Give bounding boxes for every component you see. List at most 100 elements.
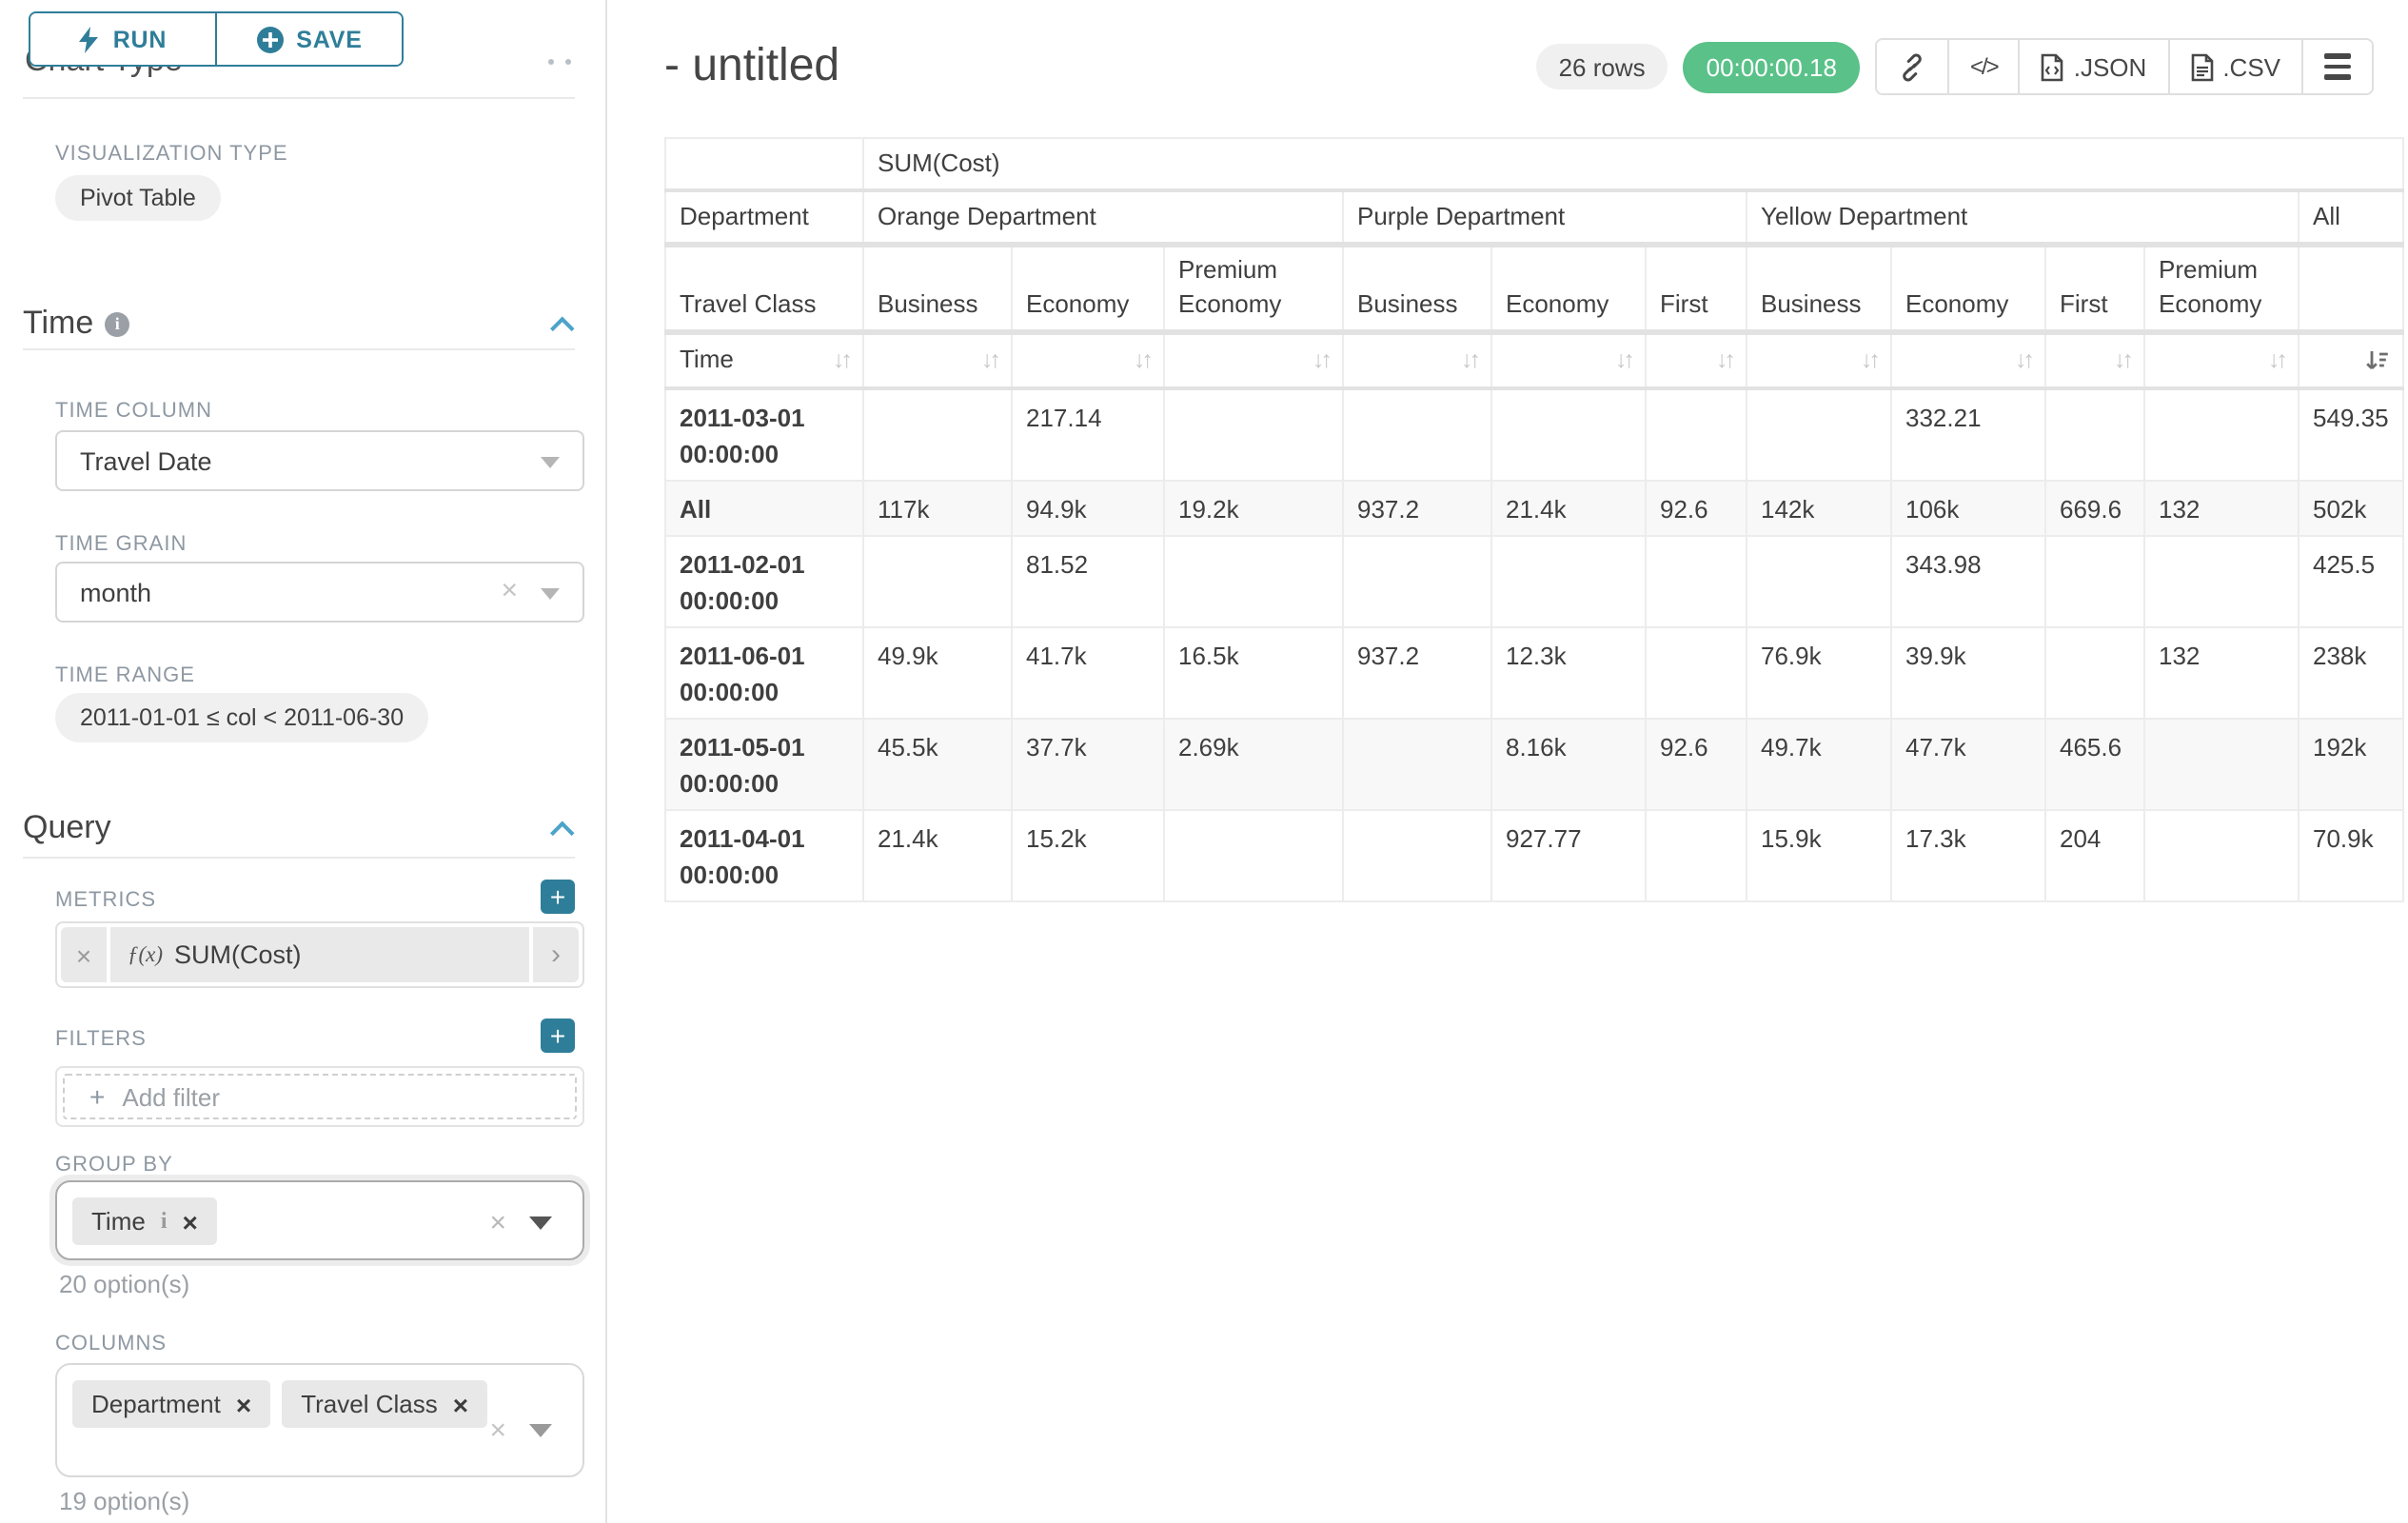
value-cell xyxy=(1491,535,1646,626)
value-cell: 49.7k xyxy=(1747,718,1891,809)
sort-icon[interactable]: ↓↑ xyxy=(2268,343,2284,380)
add-filter-plus-button[interactable]: + xyxy=(541,1019,575,1053)
sort-icon[interactable]: ↓↑ xyxy=(981,343,997,380)
chevron-up-icon[interactable] xyxy=(550,821,574,844)
value-cell: 332.21 xyxy=(1891,387,2045,480)
add-filter-button[interactable]: + Add filter xyxy=(63,1074,577,1119)
metric-header-cell: SUM(Cost) xyxy=(863,138,2403,190)
remove-chip-icon[interactable]: × xyxy=(453,1389,468,1419)
value-cell: 92.6 xyxy=(1646,718,1747,809)
value-cell xyxy=(1164,535,1343,626)
remove-chip-icon[interactable]: × xyxy=(236,1389,251,1419)
export-csv-button[interactable]: .CSV xyxy=(2167,40,2301,93)
export-json-label: .JSON xyxy=(2074,52,2147,81)
sort-header-cell: ↓↑ xyxy=(2144,333,2299,387)
value-cell: 132 xyxy=(2144,480,2299,535)
remove-chip-icon[interactable]: × xyxy=(183,1206,198,1236)
value-cell xyxy=(1343,387,1491,480)
value-cell: 92.6 xyxy=(1646,480,1747,535)
value-cell xyxy=(1747,535,1891,626)
function-icon: ƒ(x) xyxy=(128,943,163,966)
columns-chip[interactable]: Department× xyxy=(72,1380,270,1428)
value-cell xyxy=(2144,535,2299,626)
metric-chip[interactable]: × ƒ(x) SUM(Cost) › xyxy=(61,927,579,982)
sort-header-cell: ↓↑ xyxy=(1646,333,1747,387)
clear-icon[interactable]: × xyxy=(489,1207,506,1239)
value-cell: 117k xyxy=(863,480,1012,535)
info-icon[interactable]: i xyxy=(161,1207,168,1236)
expand-metric-icon[interactable]: › xyxy=(529,927,579,982)
sort-icon[interactable]: ↓↑ xyxy=(1134,343,1150,380)
travel-class-header: Premium Economy xyxy=(1164,246,1343,333)
travel-class-header xyxy=(2299,246,2403,333)
value-cell: 39.9k xyxy=(1891,626,2045,718)
run-button[interactable]: RUN xyxy=(30,13,215,65)
export-json-button[interactable]: .JSON xyxy=(2019,40,2168,93)
columns-chip[interactable]: Travel Class× xyxy=(282,1380,487,1428)
sort-icon[interactable]: ↓↑ xyxy=(1615,343,1631,380)
add-metric-button[interactable]: + xyxy=(541,880,575,914)
sort-icon[interactable]: ↓↑ xyxy=(1313,343,1329,380)
sort-icon[interactable]: ↓↑ xyxy=(1861,343,1877,380)
value-cell: 70.9k xyxy=(2299,809,2403,900)
department-group-header: Purple Department xyxy=(1343,190,1747,245)
value-cell: 21.4k xyxy=(863,809,1012,900)
info-icon[interactable]: i xyxy=(105,311,129,336)
menu-button[interactable] xyxy=(2301,40,2372,93)
clear-icon[interactable]: × xyxy=(501,575,518,607)
value-cell: 17.3k xyxy=(1891,809,2045,900)
value-cell: 549.35 xyxy=(2299,387,2403,480)
travel-class-header: Business xyxy=(1747,246,1891,333)
department-axis-cell: Department xyxy=(665,190,863,245)
sort-header-cell: ↓↑ xyxy=(863,333,1012,387)
json-file-icon xyxy=(2042,52,2064,81)
time-column-select[interactable]: Travel Date xyxy=(55,430,584,491)
sort-icon[interactable]: ↓↑ xyxy=(2015,343,2031,380)
time-axis-cell: Time↓↑ xyxy=(665,333,863,387)
row-header-cell: 2011-02-01 00:00:00 xyxy=(665,535,863,626)
sort-icon[interactable]: ↓↑ xyxy=(1461,343,1477,380)
time-range-pill[interactable]: 2011-01-01 ≤ col < 2011-06-30 xyxy=(55,693,428,742)
value-cell: 47.7k xyxy=(1891,718,2045,809)
value-cell: 45.5k xyxy=(863,718,1012,809)
columns-select[interactable]: Department×Travel Class× × xyxy=(55,1363,584,1477)
time-column-label: TIME COLUMN xyxy=(55,400,212,423)
row-header-cell: 2011-05-01 00:00:00 xyxy=(665,718,863,809)
table-row: All117k94.9k19.2k937.221.4k92.6142k106k6… xyxy=(665,480,2403,535)
travel-class-header: Economy xyxy=(1891,246,2045,333)
clear-icon[interactable]: × xyxy=(489,1414,506,1447)
sort-icon[interactable]: ↓↑ xyxy=(1716,343,1732,380)
run-button-label: RUN xyxy=(113,26,168,52)
value-cell: 425.5 xyxy=(2299,535,2403,626)
time-section-title: Time xyxy=(23,305,93,343)
time-grain-select[interactable]: month × xyxy=(55,562,584,623)
plus-icon: + xyxy=(89,1081,105,1112)
chart-title[interactable]: - untitled xyxy=(664,40,839,93)
value-cell xyxy=(1343,718,1491,809)
chevron-up-icon[interactable] xyxy=(550,316,574,340)
visualization-type-pill[interactable]: Pivot Table xyxy=(55,175,221,221)
sort-icon[interactable]: ↓↑ xyxy=(833,343,849,380)
value-cell: 106k xyxy=(1891,480,2045,535)
value-cell xyxy=(1646,535,1747,626)
value-cell xyxy=(2045,387,2144,480)
travel-class-header: First xyxy=(1646,246,1747,333)
divider xyxy=(23,857,575,859)
value-cell xyxy=(863,387,1012,480)
value-cell: 217.14 xyxy=(1012,387,1164,480)
value-cell: 669.6 xyxy=(2045,480,2144,535)
view-query-button[interactable]: </> xyxy=(1947,40,2019,93)
group-by-select[interactable]: Timei× × xyxy=(55,1180,584,1260)
sort-descending-icon[interactable] xyxy=(2364,348,2389,373)
time-section-header: Time i xyxy=(23,305,575,343)
metrics-control: × ƒ(x) SUM(Cost) › xyxy=(55,921,584,988)
table-row: 2011-03-01 00:00:00217.14332.21549.35 xyxy=(665,387,2403,480)
row-header-cell: 2011-04-01 00:00:00 xyxy=(665,809,863,900)
sort-icon[interactable]: ↓↑ xyxy=(2114,343,2130,380)
group-by-chip[interactable]: Timei× xyxy=(72,1197,217,1245)
save-button[interactable]: SAVE xyxy=(215,13,402,65)
remove-metric-icon[interactable]: × xyxy=(61,927,110,982)
sort-header-cell: ↓↑ xyxy=(1491,333,1646,387)
share-link-button[interactable] xyxy=(1877,40,1947,93)
divider xyxy=(23,97,575,99)
